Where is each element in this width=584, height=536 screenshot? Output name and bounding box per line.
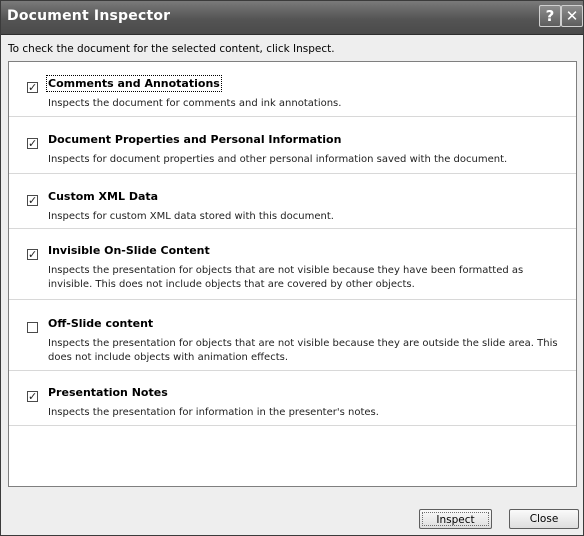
title-bar: Document Inspector ? ✕ — [1, 1, 583, 35]
list-item-invisible-on-slide-content: ✓ Invisible On-Slide Content Inspects th… — [9, 229, 576, 300]
item-title: Custom XML Data — [48, 190, 159, 203]
list-item-comments-annotations: ✓ Comments and Annotations Inspects the … — [9, 62, 576, 117]
item-description: Inspects the document for comments and i… — [48, 98, 342, 109]
inspection-options-list: ✓ Comments and Annotations Inspects the … — [8, 61, 577, 487]
close-window-button[interactable]: ✕ — [561, 5, 583, 27]
inspect-button-label: Inspect — [422, 512, 489, 526]
item-title: Comments and Annotations — [46, 75, 222, 92]
list-item-custom-xml-data: ✓ Custom XML Data Inspects for custom XM… — [9, 174, 576, 229]
item-description: Inspects the presentation for informatio… — [48, 407, 379, 418]
item-description: Inspects for custom XML data stored with… — [48, 211, 334, 222]
item-title: Off-Slide content — [48, 317, 154, 330]
dialog-title: Document Inspector — [7, 8, 171, 24]
checkbox-custom-xml-data[interactable]: ✓ — [27, 195, 38, 206]
close-button[interactable]: Close — [509, 509, 579, 529]
item-description: Inspects the presentation for objects th… — [48, 265, 524, 290]
checkbox-document-properties[interactable]: ✓ — [27, 138, 38, 149]
checkbox-comments-annotations[interactable]: ✓ — [27, 82, 38, 93]
list-item-presentation-notes: ✓ Presentation Notes Inspects the presen… — [9, 371, 576, 426]
checkbox-presentation-notes[interactable]: ✓ — [27, 391, 38, 402]
help-button[interactable]: ? — [539, 5, 561, 27]
instruction-text: To check the document for the selected c… — [8, 43, 335, 55]
item-title: Invisible On-Slide Content — [48, 244, 210, 257]
item-title: Document Properties and Personal Informa… — [48, 133, 342, 146]
item-description: Inspects for document properties and oth… — [48, 154, 508, 165]
item-description: Inspects the presentation for objects th… — [48, 338, 558, 363]
item-title: Presentation Notes — [48, 386, 168, 399]
inspect-button[interactable]: Inspect — [419, 509, 492, 529]
checkbox-off-slide-content[interactable] — [27, 322, 38, 333]
close-button-label: Close — [529, 513, 559, 525]
document-inspector-dialog: Document Inspector ? ✕ To check the docu… — [0, 0, 584, 536]
list-item-document-properties: ✓ Document Properties and Personal Infor… — [9, 117, 576, 174]
list-item-off-slide-content: Off-Slide content Inspects the presentat… — [9, 300, 576, 371]
checkbox-invisible-on-slide-content[interactable]: ✓ — [27, 249, 38, 260]
